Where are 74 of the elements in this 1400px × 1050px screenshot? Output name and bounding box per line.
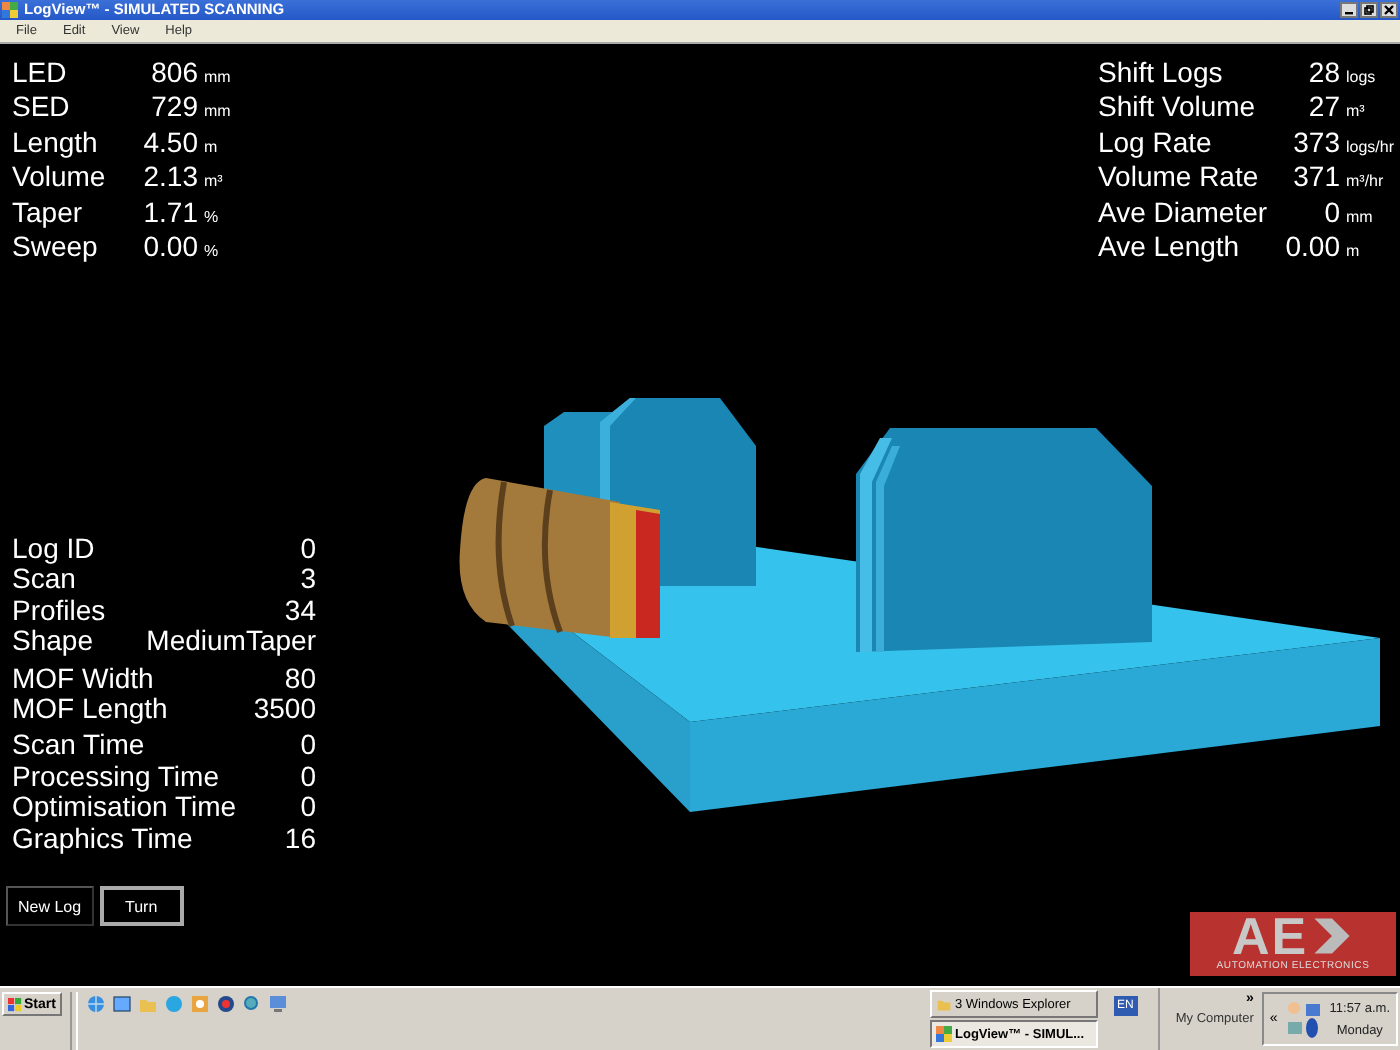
- logo-letters: AE: [1231, 912, 1309, 960]
- stat-label: Length: [12, 127, 100, 159]
- info-label: MOF Width: [12, 663, 156, 694]
- chevron-icon: [1310, 914, 1355, 958]
- stat-value: 0.00: [142, 232, 198, 263]
- info-value: MediumTaper: [146, 626, 316, 658]
- stat-value: 806: [149, 58, 198, 89]
- stat-unit: m: [204, 135, 220, 160]
- turn-button[interactable]: Turn: [99, 886, 184, 926]
- stat-value: 2.13: [142, 162, 198, 194]
- info-label: Shape: [12, 626, 95, 658]
- stat-label: LED: [12, 58, 69, 89]
- info-value: 16: [284, 823, 316, 854]
- app-icon: [2, 2, 18, 18]
- stat-unit: mm: [204, 100, 231, 125]
- window-icon[interactable]: [111, 994, 132, 1014]
- new-log-button[interactable]: New Log: [6, 886, 94, 926]
- stat-value: 0: [1322, 197, 1340, 229]
- windows-flag-icon: [8, 997, 22, 1011]
- stat-label: Volume: [12, 162, 108, 194]
- info-value: 34: [282, 595, 316, 627]
- stat-unit: %: [204, 205, 221, 230]
- stat-label: Shift Volume: [1097, 92, 1258, 124]
- close-icon: [1382, 4, 1396, 16]
- info-value: 0: [298, 533, 316, 565]
- stat-unit: mm: [1345, 205, 1375, 230]
- stat-value: 0.00: [1283, 232, 1340, 263]
- info-label: Optimisation Time: [12, 792, 239, 824]
- info-label: MOF Length: [12, 693, 170, 725]
- info-label: Graphics Time: [12, 823, 195, 854]
- stat-value: 27: [1306, 92, 1340, 124]
- stat-unit: mm: [204, 66, 231, 90]
- stat-label: Ave Diameter: [1097, 197, 1270, 229]
- info-label: Profiles: [12, 595, 108, 627]
- stat-label: Shift Logs: [1097, 58, 1225, 89]
- info-value: 3500: [253, 693, 316, 725]
- stat-label: Volume Rate: [1097, 162, 1261, 194]
- info-value: 80: [282, 663, 316, 694]
- stat-unit: m³: [204, 170, 225, 195]
- stat-unit: m³: [1345, 100, 1367, 125]
- stat-unit: %: [204, 240, 221, 265]
- info-label: Scan Time: [12, 730, 147, 762]
- close-button[interactable]: [1380, 2, 1398, 18]
- stat-label: Log Rate: [1097, 127, 1214, 159]
- stat-label: SED: [12, 92, 72, 124]
- info-label: Log ID: [12, 533, 97, 565]
- restore-button[interactable]: [1360, 2, 1378, 18]
- folder-icon: [935, 996, 951, 1012]
- app-icon: [935, 1026, 951, 1042]
- globe-icon[interactable]: [85, 994, 106, 1014]
- stat-value: 4.50: [142, 127, 198, 159]
- minimize-button[interactable]: [1340, 2, 1358, 18]
- stat-value: 373: [1291, 127, 1340, 159]
- stat-label: Sweep: [12, 232, 100, 263]
- stat-unit: m³/hr: [1345, 170, 1386, 195]
- stat-label: Ave Length: [1097, 232, 1242, 263]
- info-value: 0: [298, 792, 316, 824]
- stat-unit: logs: [1345, 66, 1378, 90]
- info-value: 0: [298, 761, 316, 793]
- stat-unit: logs/hr: [1345, 135, 1394, 160]
- info-value: 0: [298, 730, 316, 762]
- info-value: 3: [298, 564, 316, 596]
- stat-value: 28: [1306, 58, 1340, 89]
- info-label: Processing Time: [12, 761, 221, 793]
- computer-icon[interactable]: [267, 994, 288, 1014]
- tray-icons-drawing[interactable]: [1283, 999, 1324, 1039]
- stat-value: 729: [149, 92, 198, 124]
- stat-value: 1.71: [142, 197, 198, 229]
- stat-label: Taper: [12, 197, 85, 229]
- stat-unit: m: [1345, 240, 1362, 265]
- info-label: Scan: [12, 564, 78, 596]
- restore-icon: [1362, 4, 1376, 16]
- media-icon[interactable]: [215, 994, 236, 1014]
- stat-value: 371: [1291, 162, 1340, 194]
